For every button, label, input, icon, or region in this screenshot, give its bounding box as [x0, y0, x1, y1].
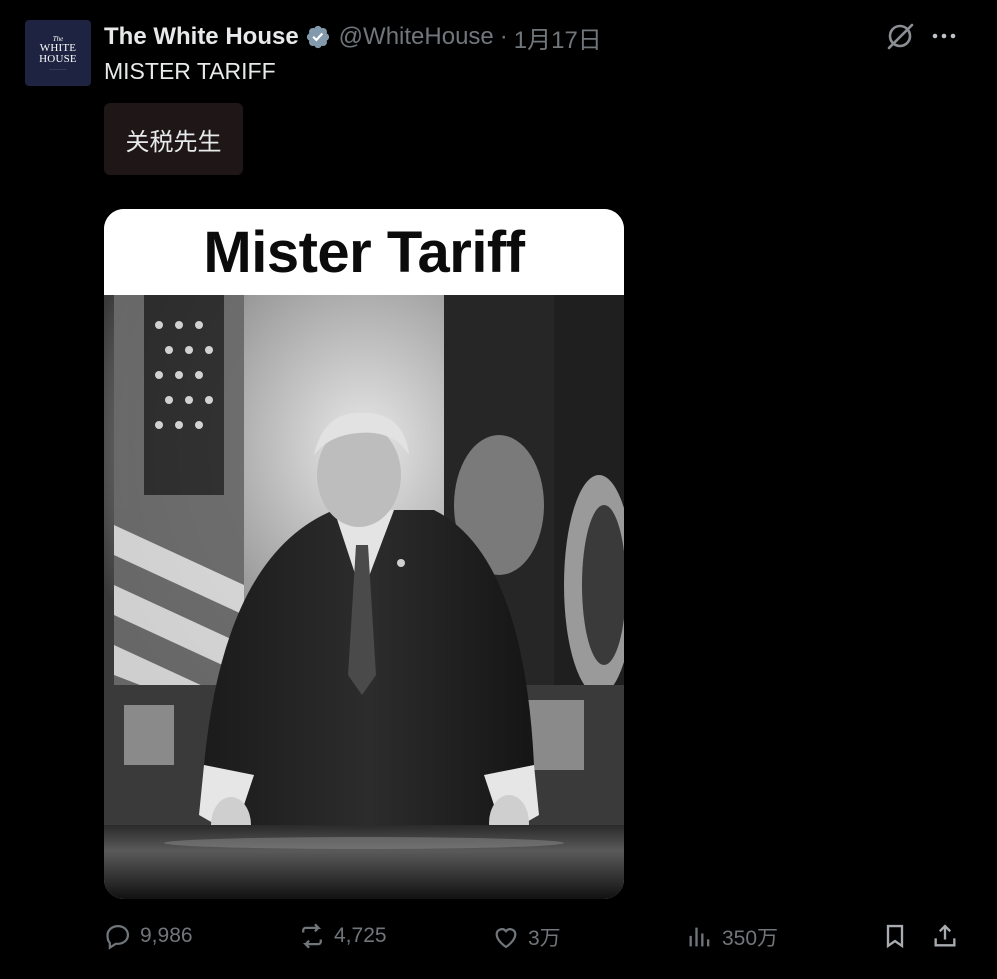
- like-icon: [495, 928, 517, 949]
- avatar[interactable]: The WHITE HOUSE ―――――: [25, 20, 91, 86]
- verified-badge-icon: [306, 25, 329, 49]
- account-handle[interactable]: @WhiteHouse: [339, 23, 494, 51]
- tweet-date[interactable]: 1月17日: [514, 20, 602, 55]
- repost-button[interactable]: 4,725: [298, 922, 387, 950]
- grok-icon[interactable]: [885, 21, 915, 51]
- more-icon[interactable]: [928, 24, 960, 48]
- action-bar: 9,986 4,725 3万 350万: [0, 912, 997, 962]
- bookmark-icon: [886, 924, 904, 949]
- share-icon: [934, 924, 956, 947]
- avatar-text-white: WHITE: [39, 41, 77, 54]
- translation-box: 关税先生: [104, 103, 243, 175]
- avatar-rule: ―――――: [49, 66, 67, 71]
- account-name[interactable]: The White House: [104, 23, 299, 51]
- separator-dot: ·: [499, 23, 508, 50]
- tweet-text: MISTER TARIFF: [104, 58, 276, 84]
- repost-icon: [302, 923, 322, 949]
- photo: [104, 295, 624, 899]
- tweet-header: The White House @WhiteHouse · 1月17日: [104, 20, 602, 55]
- like-button[interactable]: 3万: [492, 922, 561, 952]
- views-button[interactable]: 350万: [686, 922, 778, 952]
- avatar-text-house: HOUSE: [39, 52, 77, 65]
- bookmark-button[interactable]: [881, 922, 909, 950]
- tweet-media[interactable]: Mister Tariff: [104, 209, 624, 899]
- views-count: 350万: [722, 927, 779, 950]
- reply-count: 9,986: [140, 924, 193, 947]
- reply-icon: [106, 924, 130, 950]
- reply-button[interactable]: 9,986: [104, 922, 193, 950]
- views-icon: [689, 927, 710, 947]
- media-title: Mister Tariff: [104, 209, 624, 295]
- repost-count: 4,725: [334, 924, 387, 947]
- share-button[interactable]: [931, 922, 959, 950]
- like-count: 3万: [528, 927, 561, 950]
